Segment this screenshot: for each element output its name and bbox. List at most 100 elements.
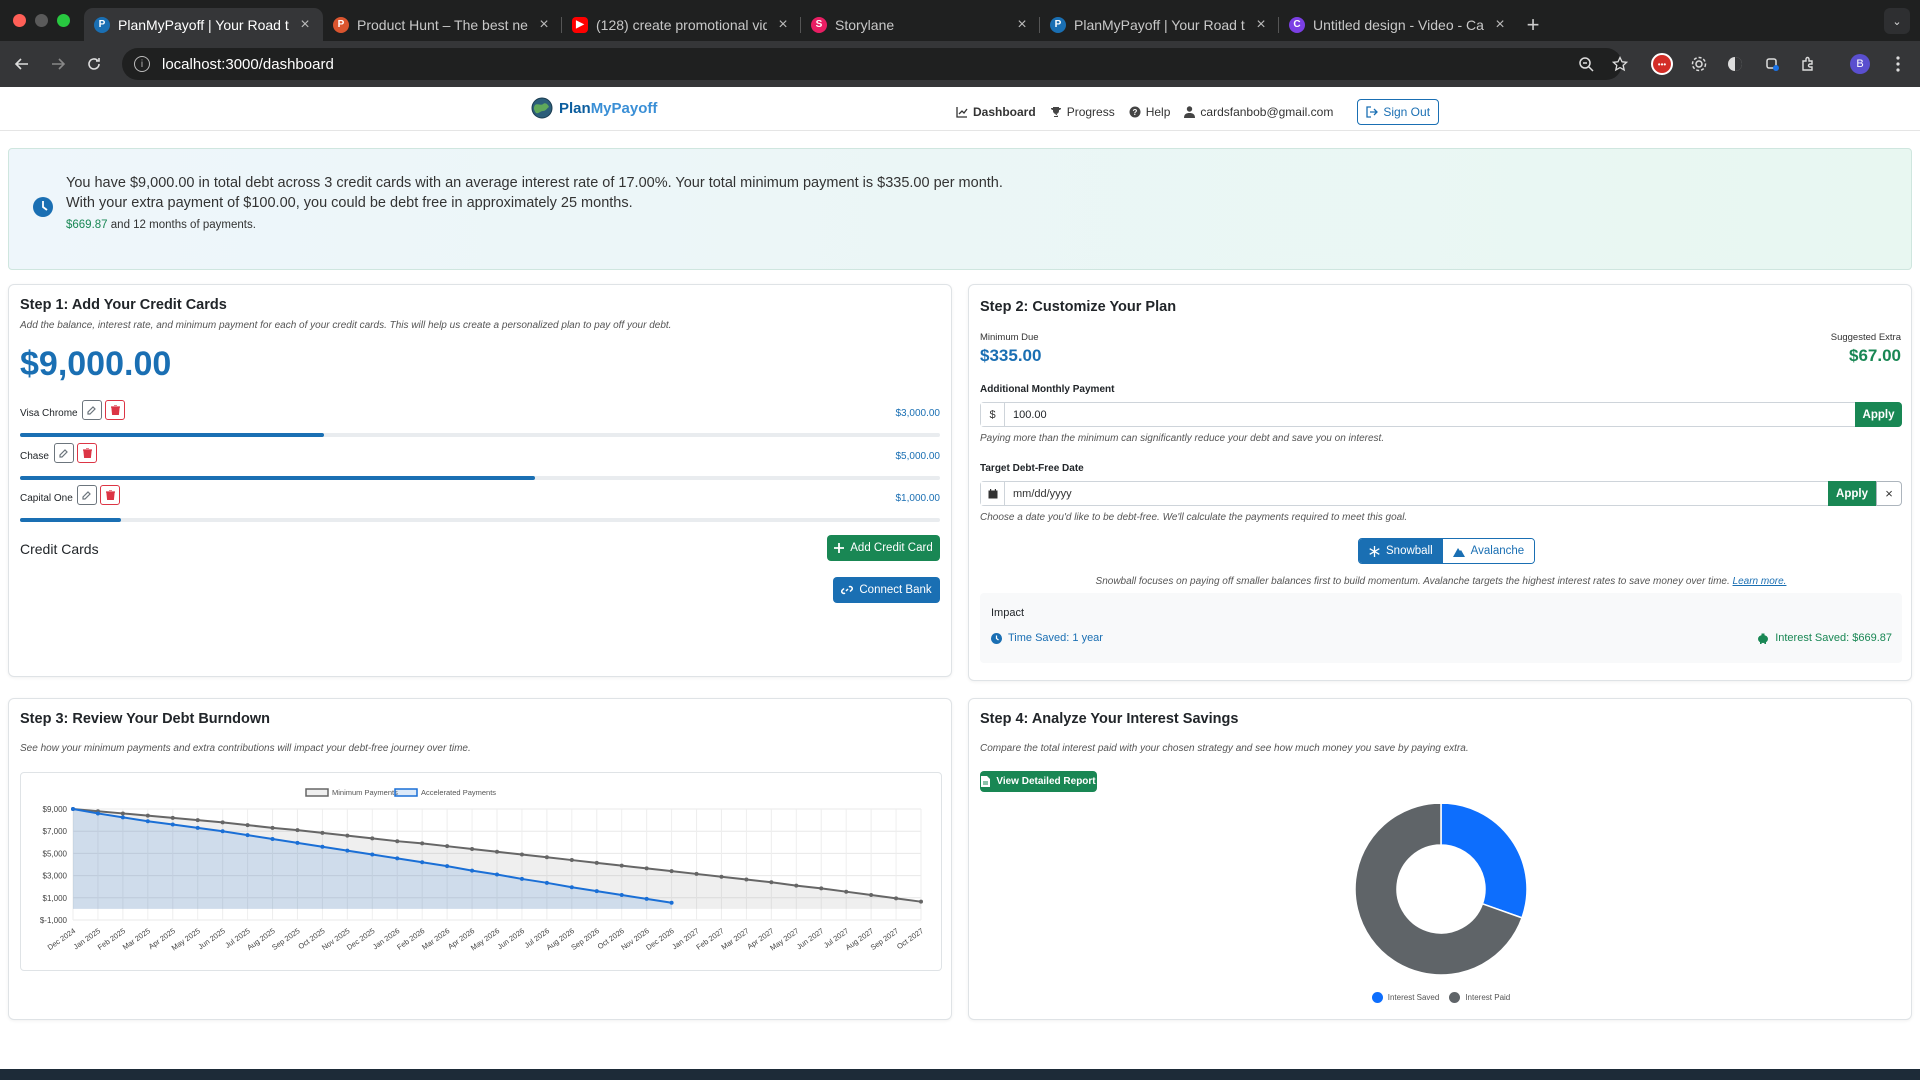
browser-menu-icon[interactable]: [1886, 52, 1910, 76]
sign-out-button[interactable]: Sign Out: [1357, 99, 1440, 125]
legend-label[interactable]: Accelerated Payments: [421, 788, 496, 797]
data-point[interactable]: [694, 871, 699, 876]
data-point[interactable]: [719, 874, 724, 879]
data-point[interactable]: [345, 848, 350, 853]
data-point[interactable]: [245, 833, 250, 838]
edit-card-button[interactable]: [82, 400, 102, 420]
extension-circle-icon[interactable]: [1723, 52, 1747, 76]
data-point[interactable]: [295, 828, 300, 833]
browser-tab[interactable]: P PlanMyPayoff | Your Road to ×: [1040, 8, 1279, 41]
edit-card-button[interactable]: [77, 485, 97, 505]
data-point[interactable]: [919, 899, 923, 904]
browser-tab[interactable]: C Untitled design - Video - Can ×: [1279, 8, 1518, 41]
tab-close-icon[interactable]: ×: [1253, 16, 1269, 34]
data-point[interactable]: [644, 896, 649, 901]
brand-logo[interactable]: PlanMyPayoff: [531, 97, 657, 119]
back-button[interactable]: [4, 56, 40, 72]
site-info-icon[interactable]: i: [134, 56, 150, 72]
data-point[interactable]: [195, 825, 200, 830]
data-point[interactable]: [145, 813, 150, 818]
data-point[interactable]: [195, 818, 200, 823]
donut-legend-item[interactable]: Interest Paid: [1449, 992, 1510, 1003]
legend-label[interactable]: Minimum Payments: [332, 788, 398, 797]
data-point[interactable]: [95, 811, 100, 816]
browser-tab[interactable]: P Product Hunt – The best new ×: [323, 8, 562, 41]
browser-tab[interactable]: P PlanMyPayoff | Your Road to ×: [84, 8, 323, 41]
target-date-input[interactable]: mm/dd/yyyy: [1005, 488, 1829, 500]
data-point[interactable]: [495, 849, 499, 854]
extensions-menu-icon[interactable]: [1796, 52, 1820, 76]
data-point[interactable]: [145, 819, 150, 824]
zoom-window-button[interactable]: [57, 14, 70, 27]
tab-close-icon[interactable]: ×: [297, 16, 313, 34]
lastpass-extension-icon[interactable]: •••: [1650, 52, 1674, 76]
snowball-option[interactable]: Snowball: [1359, 539, 1443, 563]
data-point[interactable]: [71, 807, 75, 811]
additional-payment-input[interactable]: 100.00: [1005, 409, 1901, 421]
data-point[interactable]: [844, 889, 849, 894]
data-point[interactable]: [544, 880, 549, 885]
data-point[interactable]: [420, 841, 425, 846]
avalanche-option[interactable]: Avalanche: [1442, 539, 1535, 563]
data-point[interactable]: [470, 846, 475, 851]
data-point[interactable]: [894, 896, 899, 901]
data-point[interactable]: [794, 883, 799, 888]
data-point[interactable]: [245, 823, 250, 828]
data-point[interactable]: [120, 815, 125, 820]
data-point[interactable]: [819, 886, 824, 891]
data-point[interactable]: [495, 872, 499, 877]
data-point[interactable]: [619, 863, 624, 868]
apply-additional-button[interactable]: Apply: [1855, 402, 1902, 427]
add-credit-card-button[interactable]: Add Credit Card: [827, 535, 940, 561]
data-point[interactable]: [370, 852, 375, 857]
view-detailed-report-button[interactable]: View Detailed Report: [980, 771, 1097, 792]
data-point[interactable]: [120, 811, 125, 816]
additional-payment-field[interactable]: $ 100.00: [980, 402, 1902, 427]
browser-tab[interactable]: ▶ (128) create promotional vide ×: [562, 8, 801, 41]
data-point[interactable]: [594, 889, 599, 894]
data-point[interactable]: [220, 829, 225, 834]
data-point[interactable]: [445, 844, 450, 849]
delete-card-button[interactable]: [105, 400, 125, 420]
data-point[interactable]: [320, 844, 325, 849]
data-point[interactable]: [519, 852, 524, 857]
tab-search-button[interactable]: ⌄: [1884, 8, 1910, 34]
tab-close-icon[interactable]: ×: [775, 16, 791, 34]
nav-progress[interactable]: Progress: [1050, 105, 1115, 119]
extension-puzzle-badge-icon[interactable]: [1760, 52, 1784, 76]
data-point[interactable]: [669, 900, 674, 905]
data-point[interactable]: [569, 858, 574, 863]
nav-help[interactable]: ? Help: [1129, 105, 1170, 119]
data-point[interactable]: [744, 877, 749, 882]
data-point[interactable]: [170, 815, 175, 820]
data-point[interactable]: [220, 820, 225, 825]
bookmark-star-icon[interactable]: [1612, 56, 1628, 72]
apply-target-date-button[interactable]: Apply: [1828, 481, 1876, 506]
data-point[interactable]: [669, 869, 674, 874]
data-point[interactable]: [395, 856, 400, 861]
data-point[interactable]: [370, 836, 375, 841]
browser-tab[interactable]: S Storylane ×: [801, 8, 1040, 41]
data-point[interactable]: [619, 893, 624, 898]
delete-card-button[interactable]: [77, 442, 97, 463]
new-tab-button[interactable]: +: [1518, 8, 1548, 41]
nav-user-email[interactable]: cardsfanbob@gmail.com: [1184, 105, 1333, 119]
data-point[interactable]: [470, 868, 475, 873]
edit-card-button[interactable]: [54, 442, 74, 463]
data-point[interactable]: [869, 893, 874, 898]
data-point[interactable]: [569, 885, 574, 890]
data-point[interactable]: [445, 864, 450, 869]
data-point[interactable]: [395, 839, 400, 844]
forward-button[interactable]: [40, 56, 76, 72]
data-point[interactable]: [345, 833, 350, 838]
clear-target-date-button[interactable]: ×: [1876, 481, 1902, 506]
data-point[interactable]: [519, 876, 524, 881]
nav-dashboard[interactable]: Dashboard: [956, 105, 1036, 119]
connect-bank-button[interactable]: Connect Bank: [833, 577, 940, 603]
data-point[interactable]: [420, 860, 425, 865]
data-point[interactable]: [644, 866, 649, 871]
address-bar[interactable]: i localhost:3000/dashboard: [122, 48, 1622, 80]
zoom-icon[interactable]: [1578, 56, 1594, 72]
tab-close-icon[interactable]: ×: [536, 16, 552, 34]
profile-avatar[interactable]: B: [1848, 52, 1872, 76]
